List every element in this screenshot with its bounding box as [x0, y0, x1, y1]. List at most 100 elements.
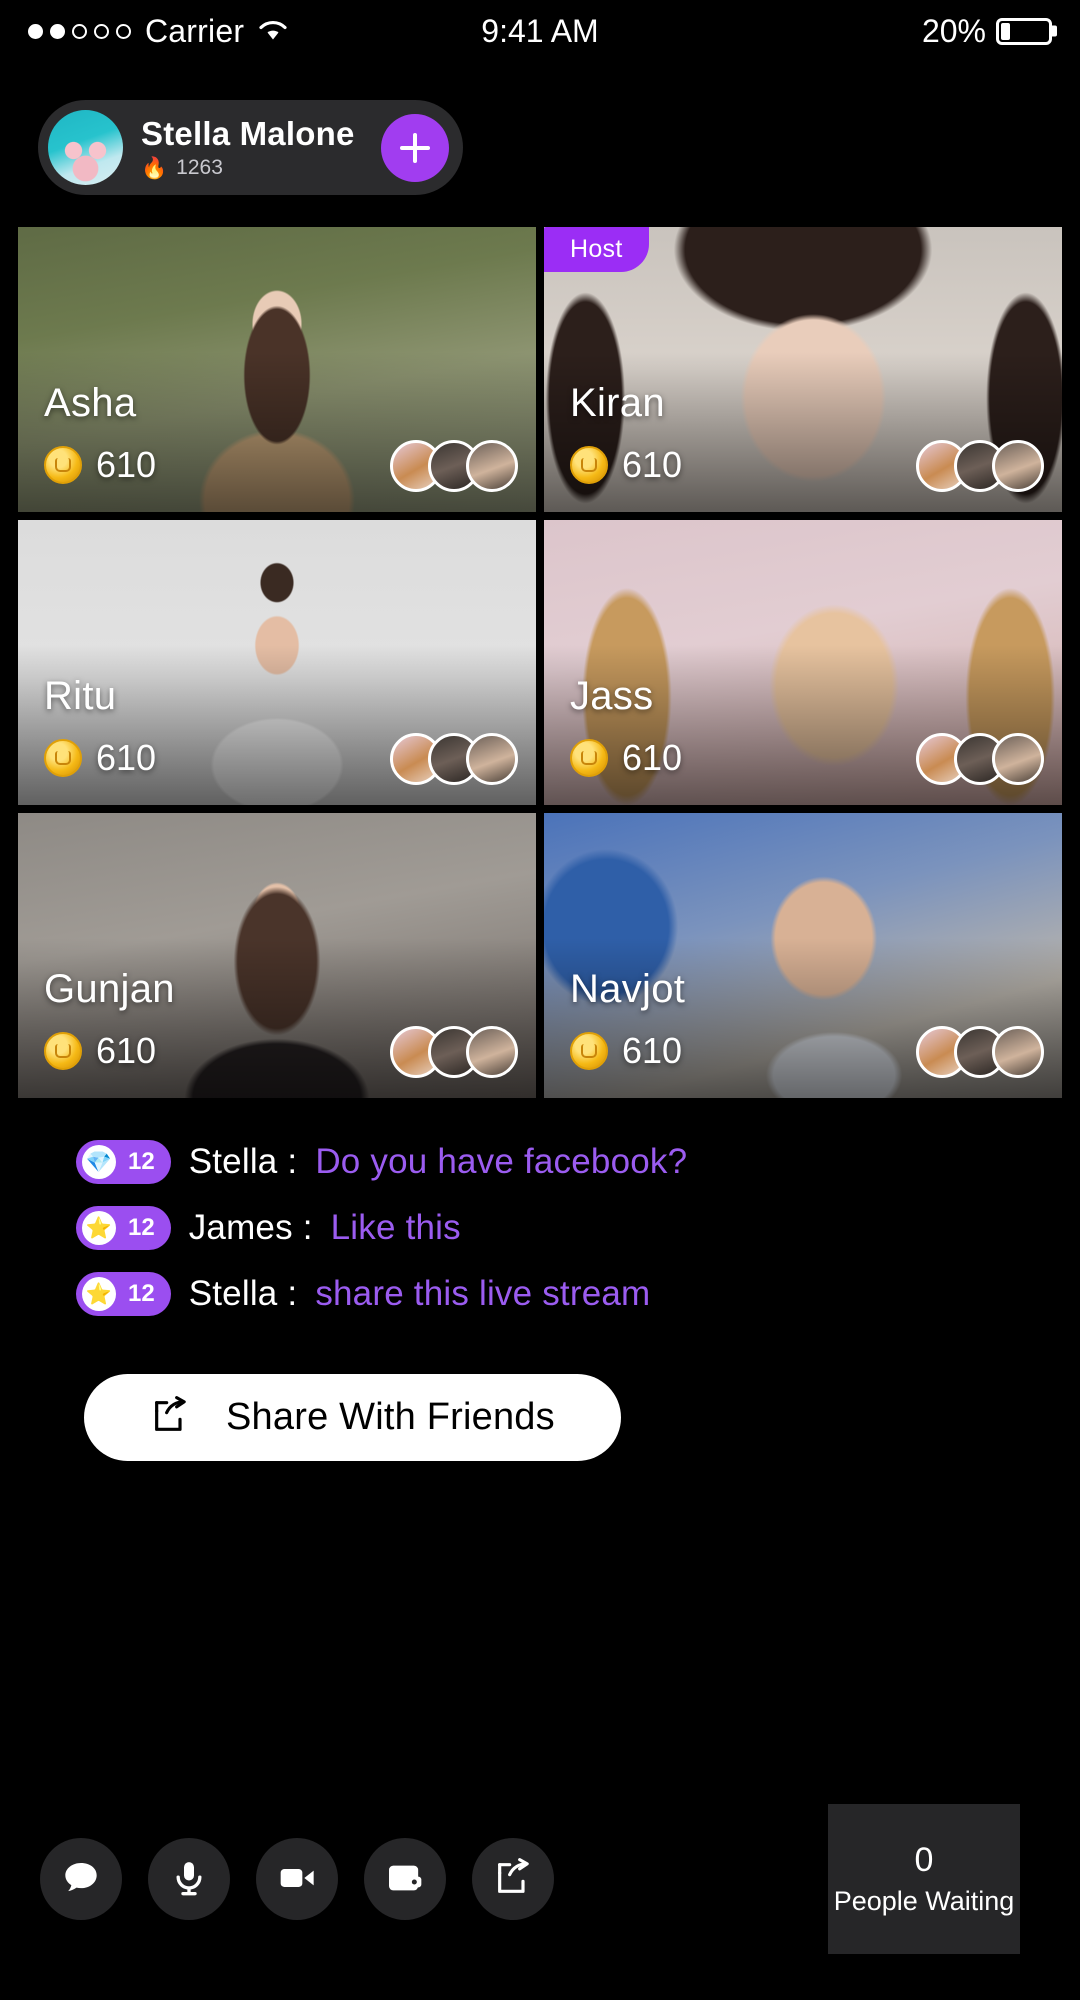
participant-coins: 610	[44, 1030, 156, 1072]
star-icon: ⭐	[82, 1211, 116, 1245]
gift-count: 12	[128, 1148, 155, 1175]
share-icon	[493, 1857, 533, 1901]
signal-dot	[72, 23, 87, 39]
share-button-label: Share With Friends	[226, 1396, 555, 1438]
host-bar: Stella Malone 🔥 1263	[0, 62, 1080, 195]
signal-dot	[50, 23, 65, 39]
signal-strength-dots	[28, 23, 131, 39]
coin-icon	[44, 739, 82, 777]
video-camera-icon	[277, 1858, 317, 1901]
participant-coin-value: 610	[96, 444, 157, 485]
signal-dot	[94, 23, 109, 39]
chat-bubble-icon	[61, 1858, 101, 1901]
participant-coin-value: 610	[96, 737, 157, 778]
flame-icon: 🔥	[141, 156, 168, 180]
gift-badge[interactable]: ⭐ 12	[76, 1272, 171, 1316]
share-stream-button[interactable]	[472, 1838, 554, 1920]
participant-card[interactable]: Navjot 610	[544, 813, 1062, 1098]
host-name: Stella Malone	[141, 115, 355, 152]
participant-name: Asha	[44, 381, 137, 425]
add-user-button[interactable]	[380, 113, 449, 182]
host-profile-pill[interactable]: Stella Malone 🔥 1263	[38, 100, 463, 195]
viewer-avatar	[466, 733, 518, 785]
video-camera-button[interactable]	[256, 1838, 338, 1920]
participant-grid: Asha 610 Host Kiran 610 Ritu 610 Jass 610 Gunjan 6…	[0, 227, 1080, 1098]
gift-badge[interactable]: 💎 12	[76, 1140, 171, 1184]
chat-text: share this live stream	[315, 1274, 651, 1313]
host-score-value: 1263	[176, 156, 223, 179]
coin-icon	[44, 1032, 82, 1070]
bottom-toolbar: 0 People Waiting	[0, 1804, 1080, 1954]
chat-feed: 💎 12 Stella : Do you have facebook? ⭐ 12 James…	[0, 1140, 1080, 1316]
wallet-button[interactable]	[364, 1838, 446, 1920]
share-icon	[150, 1396, 190, 1439]
wifi-icon	[258, 19, 288, 43]
participant-coin-value: 610	[622, 1030, 683, 1071]
participant-coin-value: 610	[96, 1030, 157, 1071]
chat-message: ⭐ 12 Stella : share this live stream	[76, 1272, 1080, 1316]
viewer-avatars[interactable]	[390, 440, 518, 492]
signal-dot	[116, 23, 131, 39]
coin-icon	[570, 739, 608, 777]
share-section: Share With Friends	[0, 1374, 1080, 1461]
chat-message: 💎 12 Stella : Do you have facebook?	[76, 1140, 1080, 1184]
host-score: 🔥 1263	[141, 156, 355, 180]
participant-coins: 610	[44, 444, 156, 486]
chat-text: Do you have facebook?	[315, 1142, 688, 1181]
participant-coins: 610	[44, 737, 156, 779]
people-waiting-panel[interactable]: 0 People Waiting	[828, 1804, 1020, 1954]
share-with-friends-button[interactable]: Share With Friends	[84, 1374, 621, 1461]
participant-coin-value: 610	[622, 444, 683, 485]
viewer-avatar	[466, 1026, 518, 1078]
participant-coins: 610	[570, 737, 682, 779]
gem-icon: 💎	[82, 1145, 116, 1179]
chat-username: Stella :	[188, 1274, 298, 1313]
participant-name: Navjot	[570, 967, 686, 1011]
gift-badge[interactable]: ⭐ 12	[76, 1206, 171, 1250]
coin-icon	[570, 446, 608, 484]
status-bar-right: 20%	[922, 13, 1052, 50]
people-waiting-count: 0	[914, 1841, 934, 1879]
coin-icon	[44, 446, 82, 484]
chat-username: Stella :	[188, 1142, 298, 1181]
carrier-label: Carrier	[145, 12, 245, 49]
chat-username: James :	[188, 1208, 313, 1247]
people-waiting-label: People Waiting	[833, 1886, 1015, 1916]
participant-name: Jass	[570, 674, 654, 718]
status-bar: Carrier 9:41 AM 20%	[0, 0, 1080, 62]
gift-count: 12	[128, 1214, 155, 1241]
participant-card[interactable]: Asha 610	[18, 227, 536, 512]
participant-name: Gunjan	[44, 967, 175, 1011]
host-meta: Stella Malone 🔥 1263	[141, 115, 355, 180]
tool-buttons	[40, 1838, 554, 1920]
chat-button[interactable]	[40, 1838, 122, 1920]
chat-text: Like this	[330, 1208, 461, 1247]
viewer-avatars[interactable]	[390, 733, 518, 785]
viewer-avatar	[992, 440, 1044, 492]
gift-count: 12	[128, 1280, 155, 1307]
viewer-avatar	[466, 440, 518, 492]
signal-dot	[28, 23, 43, 39]
participant-name: Kiran	[570, 381, 665, 425]
participant-card[interactable]: Ritu 610	[18, 520, 536, 805]
viewer-avatars[interactable]	[916, 440, 1044, 492]
participant-coins: 610	[570, 444, 682, 486]
participant-coin-value: 610	[622, 737, 683, 778]
battery-icon	[996, 17, 1052, 45]
status-bar-left: Carrier	[28, 13, 288, 50]
viewer-avatar	[992, 733, 1044, 785]
host-badge: Host	[544, 227, 649, 272]
coin-icon	[570, 1032, 608, 1070]
participant-card[interactable]: Host Kiran 610	[544, 227, 1062, 512]
viewer-avatars[interactable]	[916, 1026, 1044, 1078]
participant-card[interactable]: Gunjan 610	[18, 813, 536, 1098]
star-icon: ⭐	[82, 1277, 116, 1311]
avatar[interactable]	[48, 110, 123, 185]
battery-percent-label: 20%	[921, 12, 986, 49]
participant-card[interactable]: Jass 610	[544, 520, 1062, 805]
microphone-button[interactable]	[148, 1838, 230, 1920]
viewer-avatars[interactable]	[916, 733, 1044, 785]
viewer-avatar	[992, 1026, 1044, 1078]
plus-icon	[399, 132, 430, 163]
viewer-avatars[interactable]	[390, 1026, 518, 1078]
